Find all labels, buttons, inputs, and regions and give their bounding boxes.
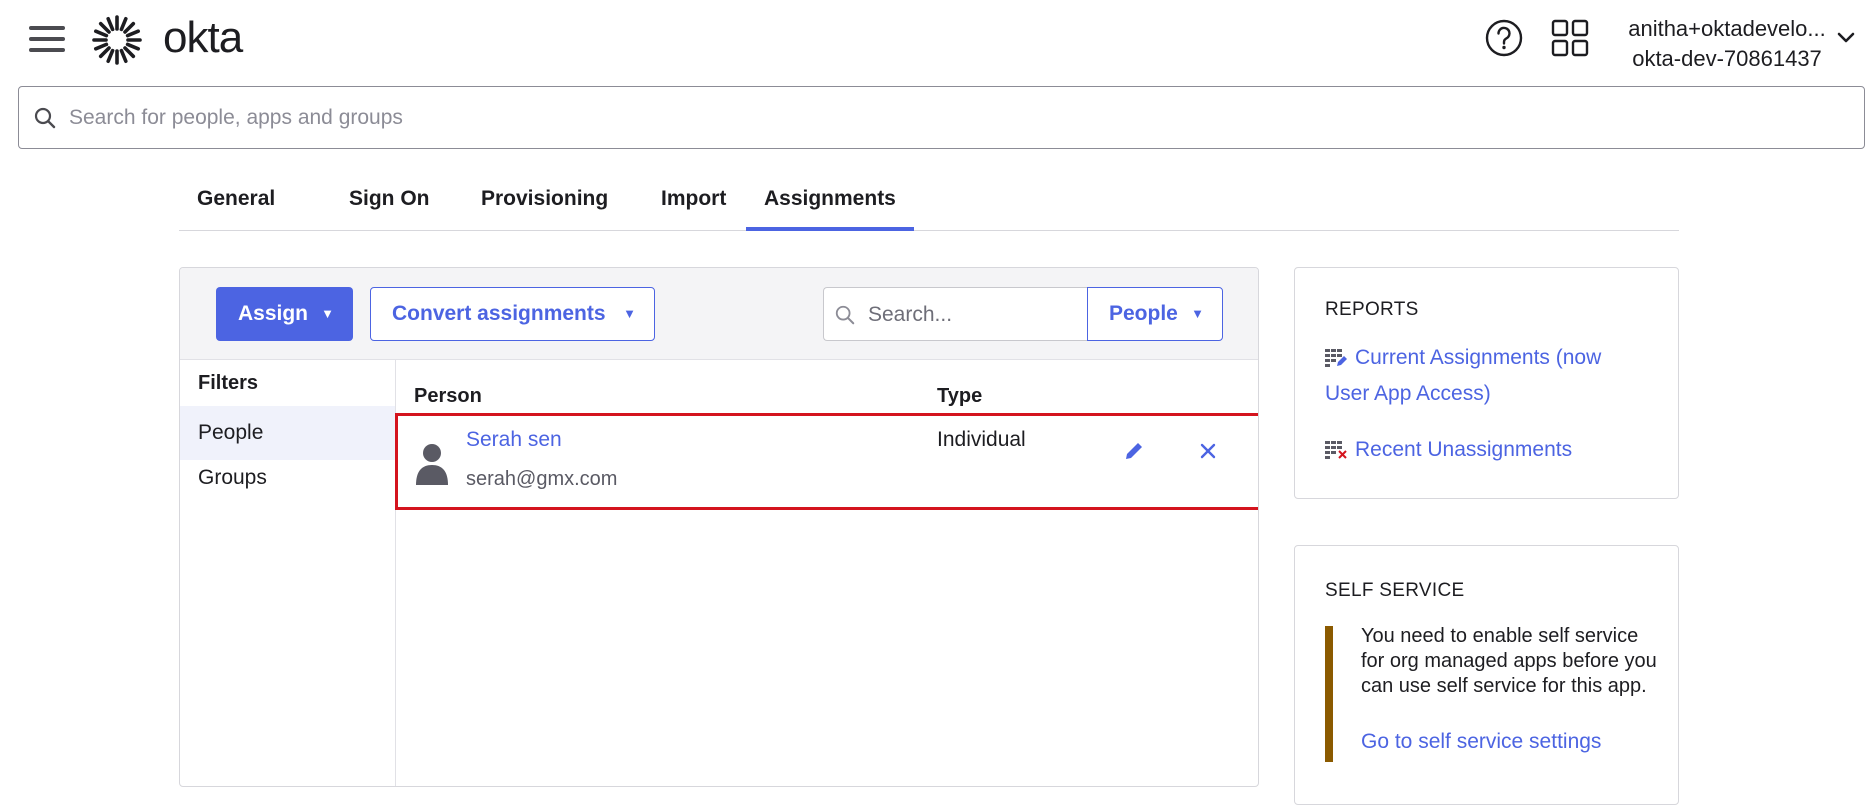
assign-button[interactable]: Assign ▼ [216,287,353,341]
assignment-search [823,287,1088,341]
tab-sign-on[interactable]: Sign On [331,172,448,231]
caret-down-icon: ▼ [1191,306,1204,321]
self-service-card: SELF SERVICE You need to enable self ser… [1294,545,1679,805]
user-avatar-icon [416,444,448,485]
tab-general[interactable]: General [179,172,293,231]
self-service-settings-link[interactable]: Go to self service settings [1361,730,1601,754]
current-assignments-link[interactable]: Current Assignments (now User App Access… [1325,340,1601,412]
recent-unassignments-label: Recent Unassignments [1355,438,1573,461]
column-header-type: Type [937,385,983,407]
assignment-type: Individual [937,428,1026,451]
tab-assignments[interactable]: Assignments [746,172,914,231]
current-assignments-line1: Current Assignments (now [1355,346,1602,369]
self-service-notice: You need to enable self service for org … [1361,625,1657,697]
tab-bar: General Sign On Provisioning Import Assi… [179,172,1679,231]
person-email: serah@gmx.com [466,468,618,490]
filter-groups[interactable]: Groups [180,451,395,505]
apps-grid-icon[interactable] [1550,18,1590,58]
close-icon[interactable] [1199,442,1217,460]
convert-label: Convert assignments [392,302,606,325]
user-name: anitha+oktadevelo... [1628,16,1826,41]
org-name: okta-dev-70861437 [1632,46,1822,71]
person-name-link[interactable]: Serah sen [466,428,562,452]
notice-accent-bar [1325,626,1333,762]
people-filter-label: People [1109,302,1178,325]
reports-title: REPORTS [1325,299,1419,320]
brand-name: okta [163,13,243,62]
report-grid-icon [1325,349,1347,368]
filters-sidebar: Filters People Groups [180,360,396,786]
recent-unassignments-link[interactable]: Recent Unassignments [1325,432,1572,468]
filters-title: Filters [198,372,259,394]
assignments-panel: Assign ▼ Convert assignments ▼ People ▼ … [179,267,1259,787]
user-menu[interactable]: anitha+oktadevelo... okta-dev-70861437 [1612,14,1842,74]
menu-icon[interactable] [27,24,67,54]
caret-down-icon: ▼ [623,306,636,321]
caret-down-icon: ▼ [321,306,334,321]
tab-provisioning[interactable]: Provisioning [463,172,626,231]
search-input[interactable] [69,97,1849,139]
global-search [18,86,1865,149]
chevron-down-icon[interactable] [1836,30,1856,46]
search-icon [835,305,855,325]
reports-card: REPORTS Current Assignments (now User Ap… [1294,267,1679,499]
help-icon[interactable] [1484,18,1524,58]
search-icon [34,107,56,129]
assign-label: Assign [238,302,309,325]
okta-logo-icon [92,15,142,65]
report-remove-icon [1325,441,1347,460]
pencil-icon[interactable] [1123,440,1145,462]
toolbar: Assign ▼ Convert assignments ▼ People ▼ [180,268,1258,360]
column-header-person: Person [414,385,482,407]
self-service-title: SELF SERVICE [1325,580,1465,601]
current-assignments-line2: User App Access) [1325,382,1491,405]
people-filter-dropdown[interactable]: People ▼ [1087,287,1223,341]
assignment-search-input[interactable] [868,296,1078,334]
tab-import[interactable]: Import [643,172,744,231]
convert-assignments-button[interactable]: Convert assignments ▼ [370,287,655,341]
